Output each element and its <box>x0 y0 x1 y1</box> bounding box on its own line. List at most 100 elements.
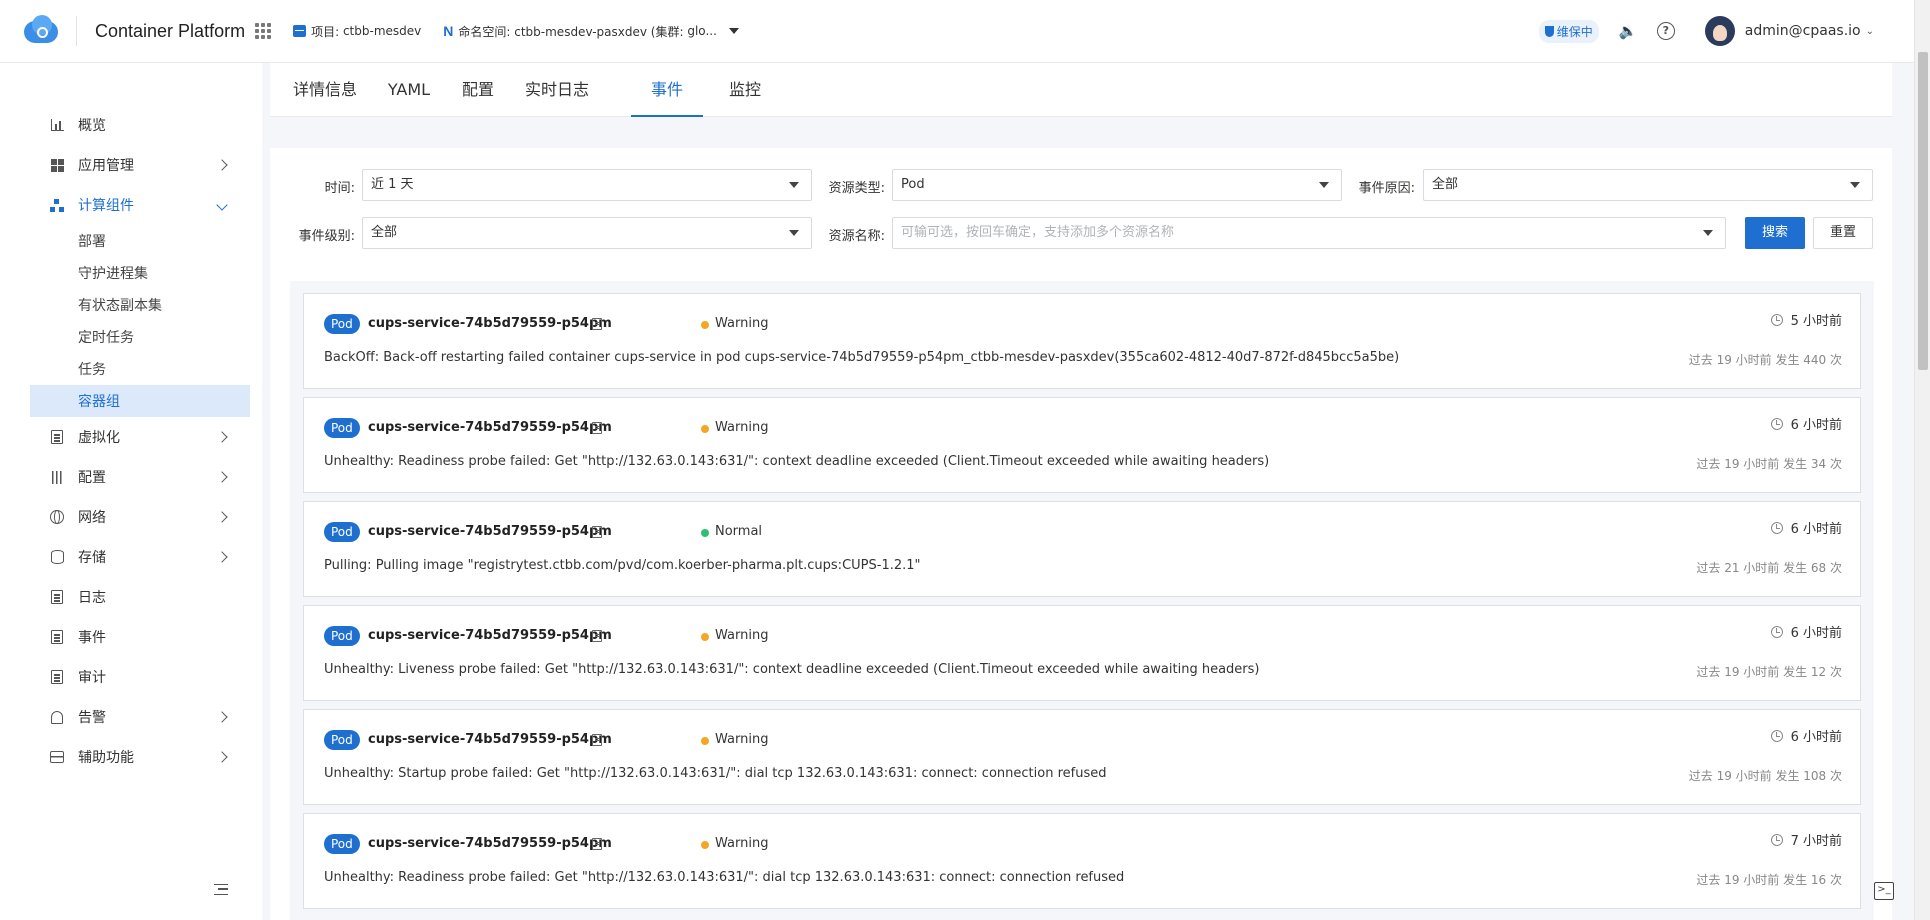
event-reason-select[interactable]: 全部 <box>1423 169 1873 201</box>
namespace-icon: N <box>443 23 454 39</box>
event-card: Pod cups-service-74b5d79559-p54pm Warnin… <box>303 397 1861 493</box>
sidebar-subitem-statefulsets[interactable]: 有状态副本集 <box>30 289 250 321</box>
tab-events[interactable]: 事件 <box>631 63 703 117</box>
chevron-down-icon[interactable]: ⌄ <box>1866 26 1874 37</box>
sidebar-item-label: 事件 <box>78 630 106 646</box>
sidebar-item-label: 计算组件 <box>78 198 134 214</box>
audit-icon <box>50 670 64 684</box>
copy-icon[interactable] <box>592 838 602 850</box>
scrollbar-thumb[interactable] <box>1918 52 1928 370</box>
event-resource-name[interactable]: cups-service-74b5d79559-p54pm <box>368 314 612 334</box>
namespace-selector[interactable]: N 命名空间: ctbb-mesdev-pasxdev (集群: glo... <box>443 23 739 40</box>
sidebar-item-network[interactable]: 网络 <box>30 498 250 536</box>
terminal-icon[interactable]: >_ <box>1874 882 1894 900</box>
sidebar-item-audit[interactable]: 审计 <box>30 658 250 696</box>
resource-kind-badge: Pod <box>324 730 360 750</box>
warning-status-dot <box>701 737 709 745</box>
sidebar-item-overview[interactable]: 概览 <box>30 106 250 144</box>
event-resource-name[interactable]: cups-service-74b5d79559-p54pm <box>368 626 612 646</box>
event-count: 过去 19 小时前 发生 34 次 <box>1696 457 1842 471</box>
sidebar-subitem-jobs[interactable]: 任务 <box>30 353 250 385</box>
event-level: Warning <box>715 836 769 851</box>
sidebar-subitem-cronjobs[interactable]: 定时任务 <box>30 321 250 353</box>
sidebar-subitem-pods[interactable]: 容器组 <box>30 385 250 417</box>
copy-icon[interactable] <box>592 734 602 746</box>
event-count: 过去 21 小时前 发生 68 次 <box>1696 561 1842 575</box>
chevron-right-icon <box>216 751 228 763</box>
sidebar-item-label: 网络 <box>78 510 106 526</box>
resource-name-input[interactable]: 可输可选，按回车确定，支持添加多个资源名称 <box>892 217 1726 249</box>
copy-icon[interactable] <box>592 422 602 434</box>
sidebar-item-compute[interactable]: 计算组件 <box>30 186 250 224</box>
speaker-icon[interactable]: 🔈 <box>1619 22 1638 40</box>
sidebar-item-label: 概览 <box>78 118 106 134</box>
header-divider <box>76 16 77 46</box>
time-filter-label: 时间: <box>324 181 355 196</box>
sidebar-item-label: 虚拟化 <box>78 430 120 446</box>
project-selector[interactable]: 项目: ctbb-mesdev <box>293 23 421 40</box>
sidebar-item-config[interactable]: 配置 <box>30 458 250 496</box>
copy-icon[interactable] <box>592 630 602 642</box>
tree-icon <box>50 198 64 212</box>
sidebar-subitem-deployments[interactable]: 部署 <box>30 225 250 257</box>
caret-down-icon[interactable] <box>728 28 739 34</box>
event-card: Pod cups-service-74b5d79559-p54pm Normal… <box>303 501 1861 597</box>
project-value: ctbb-mesdev <box>342 24 422 38</box>
namespace-value: ctbb-mesdev-pasxdev (集群: <box>514 24 684 39</box>
page-scrollbar[interactable] <box>1914 0 1930 920</box>
event-time: 6 小时前 <box>1770 728 1842 748</box>
tab-yaml[interactable]: YAML <box>384 63 434 117</box>
copy-icon[interactable] <box>592 526 602 538</box>
time-select[interactable]: 近 1 天 <box>362 169 812 201</box>
user-name[interactable]: admin@cpaas.io <box>1745 23 1861 39</box>
sidebar-item-label: 辅助功能 <box>78 750 134 766</box>
project-label: 项目: <box>311 24 340 39</box>
tab-monitoring[interactable]: 监控 <box>725 63 765 117</box>
event-message: Unhealthy: Startup probe failed: Get "ht… <box>324 766 1107 781</box>
sidebar-item-app-management[interactable]: 应用管理 <box>30 146 250 184</box>
reset-button[interactable]: 重置 <box>1813 217 1873 249</box>
help-icon[interactable]: ? <box>1656 22 1675 40</box>
sidebar-item-label: 配置 <box>78 470 106 486</box>
app-grid-icon[interactable] <box>255 23 272 39</box>
maintenance-badge[interactable]: 维保中 <box>1538 19 1599 43</box>
product-name: Container Platform <box>95 20 246 41</box>
event-resource-name[interactable]: cups-service-74b5d79559-p54pm <box>368 834 612 854</box>
event-time-text: 5 小时前 <box>1790 314 1842 329</box>
avatar[interactable] <box>1704 16 1735 46</box>
caret-down-icon <box>1850 182 1860 188</box>
event-message: BackOff: Back-off restarting failed cont… <box>324 350 1400 365</box>
tab-config[interactable]: 配置 <box>458 63 498 117</box>
resource-type-label: 资源类型: <box>828 181 885 196</box>
event-resource-name[interactable]: cups-service-74b5d79559-p54pm <box>368 522 612 542</box>
resource-kind-badge: Pod <box>324 834 360 854</box>
normal-status-dot <box>701 529 709 537</box>
resource-type-select[interactable]: Pod <box>892 169 1342 201</box>
sidebar-item-tools[interactable]: 辅助功能 <box>30 738 250 776</box>
caret-down-icon <box>1703 230 1713 236</box>
event-level-value: 全部 <box>371 225 398 240</box>
event-resource-name[interactable]: cups-service-74b5d79559-p54pm <box>368 418 612 438</box>
copy-icon[interactable] <box>592 318 602 330</box>
resource-kind-badge: Pod <box>324 314 360 334</box>
event-message: Unhealthy: Readiness probe failed: Get "… <box>324 454 1270 469</box>
search-button[interactable]: 搜索 <box>1745 217 1805 249</box>
clock-icon <box>1770 314 1783 326</box>
event-time: 7 小时前 <box>1770 832 1842 852</box>
time-select-value: 近 1 天 <box>371 177 414 192</box>
chevron-right-icon <box>216 431 228 443</box>
tab-realtime-logs[interactable]: 实时日志 <box>522 63 592 117</box>
event-resource-name[interactable]: cups-service-74b5d79559-p54pm <box>368 730 612 750</box>
sidebar-item-logs[interactable]: 日志 <box>30 578 250 616</box>
sidebar-item-storage[interactable]: 存储 <box>30 538 250 576</box>
sidebar-item-virtualization[interactable]: 虚拟化 <box>30 418 250 456</box>
event-level-select[interactable]: 全部 <box>362 217 812 249</box>
cloud-logo-icon[interactable] <box>24 15 60 47</box>
sidebar-subitem-daemonsets[interactable]: 守护进程集 <box>30 257 250 289</box>
sidebar-item-alerts[interactable]: 告警 <box>30 698 250 736</box>
clock-icon <box>1770 626 1783 638</box>
event-level: Warning <box>715 628 769 643</box>
tab-details[interactable]: 详情信息 <box>290 63 360 117</box>
collapse-sidebar-icon[interactable] <box>214 884 228 895</box>
sidebar-item-events[interactable]: 事件 <box>30 618 250 656</box>
